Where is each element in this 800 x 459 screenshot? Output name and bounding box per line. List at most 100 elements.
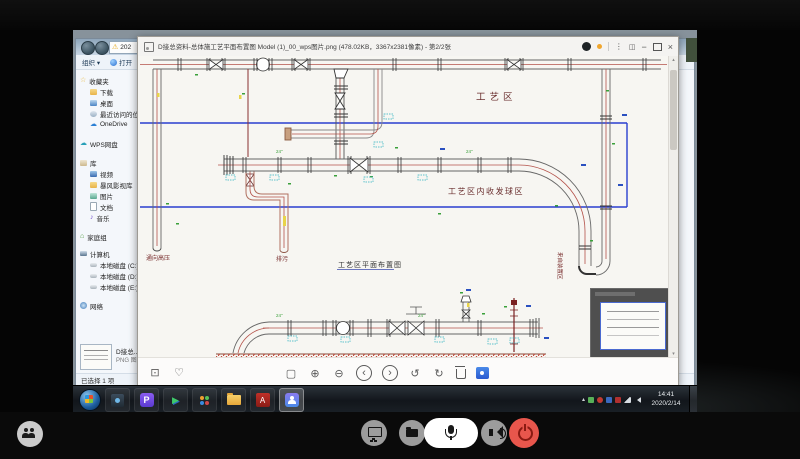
sidebar-item-disk-c[interactable]: 本地磁盘 (C:)	[79, 259, 141, 270]
image-viewer-window[interactable]: D接总资料-总体施工艺平面布置图 Model (1)_00_wps图片.png …	[137, 36, 679, 387]
tray-red-app-icon[interactable]	[615, 397, 621, 403]
viewer-titlebar[interactable]: D接总资料-总体施工艺平面布置图 Model (1)_00_wps图片.png …	[138, 37, 678, 57]
sidebar-item-desktop[interactable]: 桌面	[79, 97, 141, 108]
minimize-button[interactable]: −	[641, 42, 646, 52]
end-call-button[interactable]	[509, 418, 539, 448]
wps-badge-icon[interactable]	[476, 367, 489, 379]
bottom-pipeline-fittings	[288, 307, 539, 338]
participants-button[interactable]	[17, 421, 43, 447]
sidebar-item-documents[interactable]: 文档	[79, 201, 141, 212]
dimension-marks-green	[166, 74, 615, 315]
wps-cloud-icon: ☁	[80, 140, 87, 147]
p-app-icon: P	[140, 393, 154, 407]
star-icon: ☆	[80, 77, 86, 84]
conference-app-background: ⚠ 202 组织 ▾ 打开 ☆收藏夹 下载 桌面 最近访问的位置 ☁OneDri…	[0, 0, 800, 459]
taskbar-clock[interactable]: 14:41 2020/2/14	[645, 391, 687, 408]
start-button[interactable]	[79, 389, 101, 411]
microphone-button[interactable]	[424, 418, 478, 448]
rotate-right-icon[interactable]: ↻	[432, 366, 446, 380]
explorer-sidebar: ☆收藏夹 下载 桌面 最近访问的位置 ☁OneDrive ☁WPS网盘 库 视频…	[76, 71, 141, 340]
taskbar-app-p[interactable]: P	[134, 388, 159, 412]
disk-icon	[90, 285, 97, 289]
sidebar-group-homegroup[interactable]: ⌂家庭组	[79, 231, 141, 242]
sidebar-item-baofeng[interactable]: 暴风影视库	[79, 179, 141, 190]
navigator-panel[interactable]	[590, 288, 669, 358]
organize-button[interactable]: 组织 ▾	[82, 57, 100, 67]
sidebar-group-wps-drive[interactable]: ☁WPS网盘	[79, 138, 141, 149]
speaker-button[interactable]	[481, 420, 507, 446]
fullscreen-icon[interactable]: ◫	[629, 43, 636, 51]
share-content-button[interactable]	[399, 420, 425, 446]
zoom-in-icon[interactable]: ⊕	[308, 366, 322, 380]
share-icon[interactable]	[582, 42, 591, 51]
sidebar-item-pictures[interactable]: 图片	[79, 190, 141, 201]
next-image-button[interactable]: ›	[382, 365, 398, 381]
sidebar-item-downloads[interactable]: 下载	[79, 86, 141, 97]
tray-alert-icon[interactable]	[597, 397, 603, 403]
sidebar-item-onedrive[interactable]: ☁OneDrive	[79, 119, 141, 130]
sidebar-group-computer[interactable]: 计算机	[79, 248, 141, 259]
file-thumbnail[interactable]	[80, 344, 112, 370]
close-button[interactable]: ×	[668, 42, 673, 52]
open-icon	[110, 59, 117, 66]
scroll-up-arrow[interactable]: ▴	[672, 56, 675, 64]
screenshot-icon[interactable]: ⊡	[148, 365, 162, 379]
middle-pipeline	[218, 155, 519, 175]
sidebar-item-videos[interactable]: 视频	[79, 168, 141, 179]
warning-icon: ⚠	[112, 44, 118, 51]
network-signal-icon[interactable]	[624, 397, 631, 403]
sidebar-group-network[interactable]: 网络	[79, 300, 141, 311]
taskbar-app-conference[interactable]	[279, 388, 304, 412]
sidebar-item-disk-d[interactable]: 本地磁盘 (D:)	[79, 270, 141, 281]
tray-security-icon[interactable]	[588, 397, 594, 403]
taskbar-app-player[interactable]: ▶	[163, 388, 188, 412]
system-tray: ▴	[582, 397, 641, 403]
image-canvas[interactable]: 24" 24" 24" 24" 工艺区 工艺区内收发球区 工艺区平面布置图 通向…	[138, 56, 669, 358]
back-button[interactable]	[81, 41, 95, 55]
forward-button[interactable]	[95, 41, 109, 55]
dim-label: 24"	[466, 149, 473, 154]
tray-app-icon[interactable]	[606, 397, 612, 403]
sidebar-group-libraries[interactable]: 库	[79, 157, 141, 168]
power-icon	[518, 426, 533, 441]
taskbar-app-files[interactable]	[221, 388, 246, 412]
desktop-icon	[90, 100, 97, 106]
divider	[608, 42, 609, 51]
top-black-strip	[0, 0, 800, 30]
menu-icon[interactable]: ⋮	[615, 42, 623, 51]
dimension-labels: 24" 24" 24" 24"	[276, 149, 473, 318]
taskbar-app-hub[interactable]	[192, 388, 217, 412]
rotate-left-icon[interactable]: ↺	[408, 366, 422, 380]
bottom-pipeline	[233, 322, 543, 353]
pdf-reader-icon: A	[256, 393, 270, 407]
clock-date: 2020/2/14	[645, 400, 687, 409]
show-desktop-button[interactable]	[689, 386, 697, 413]
sidebar-group-favorites[interactable]: ☆收藏夹	[79, 75, 141, 86]
taskbar-app-browser[interactable]	[105, 388, 130, 412]
viewer-scrollbar[interactable]: ▴ ▾	[668, 56, 678, 358]
fit-to-screen-icon[interactable]: ▢	[284, 366, 298, 380]
riser-stacks	[461, 296, 518, 352]
sidebar-item-recent[interactable]: 最近访问的位置	[79, 108, 141, 119]
dim-label: 24"	[276, 313, 283, 318]
previous-image-button[interactable]: ‹	[356, 365, 372, 381]
vertical-valve-pipe	[334, 69, 348, 159]
delete-trash-icon[interactable]	[456, 369, 466, 379]
taskbar-app-pdf[interactable]: A	[250, 388, 275, 412]
volume-icon[interactable]	[634, 397, 641, 403]
camera-toggle-button[interactable]	[361, 420, 387, 446]
tray-show-hidden-icon[interactable]: ▴	[582, 397, 585, 403]
scrollbar-thumb[interactable]	[670, 70, 677, 150]
conference-app-icon	[285, 393, 299, 407]
navigator-thumbnail[interactable]	[600, 302, 666, 350]
open-button[interactable]: 打开	[110, 57, 132, 67]
library-icon	[80, 160, 87, 166]
maximize-button[interactable]	[653, 43, 662, 51]
favorite-heart-icon[interactable]: ♡	[172, 365, 186, 379]
home-icon: ⌂	[80, 233, 84, 240]
zoom-out-icon[interactable]: ⊖	[332, 366, 346, 380]
sidebar-item-music[interactable]: ♪音乐	[79, 212, 141, 223]
media-player-icon: ▶	[172, 395, 179, 406]
label-to-high-pressure: 通向高压	[146, 254, 170, 262]
sidebar-item-disk-e[interactable]: 本地磁盘 (E:)	[79, 281, 141, 292]
